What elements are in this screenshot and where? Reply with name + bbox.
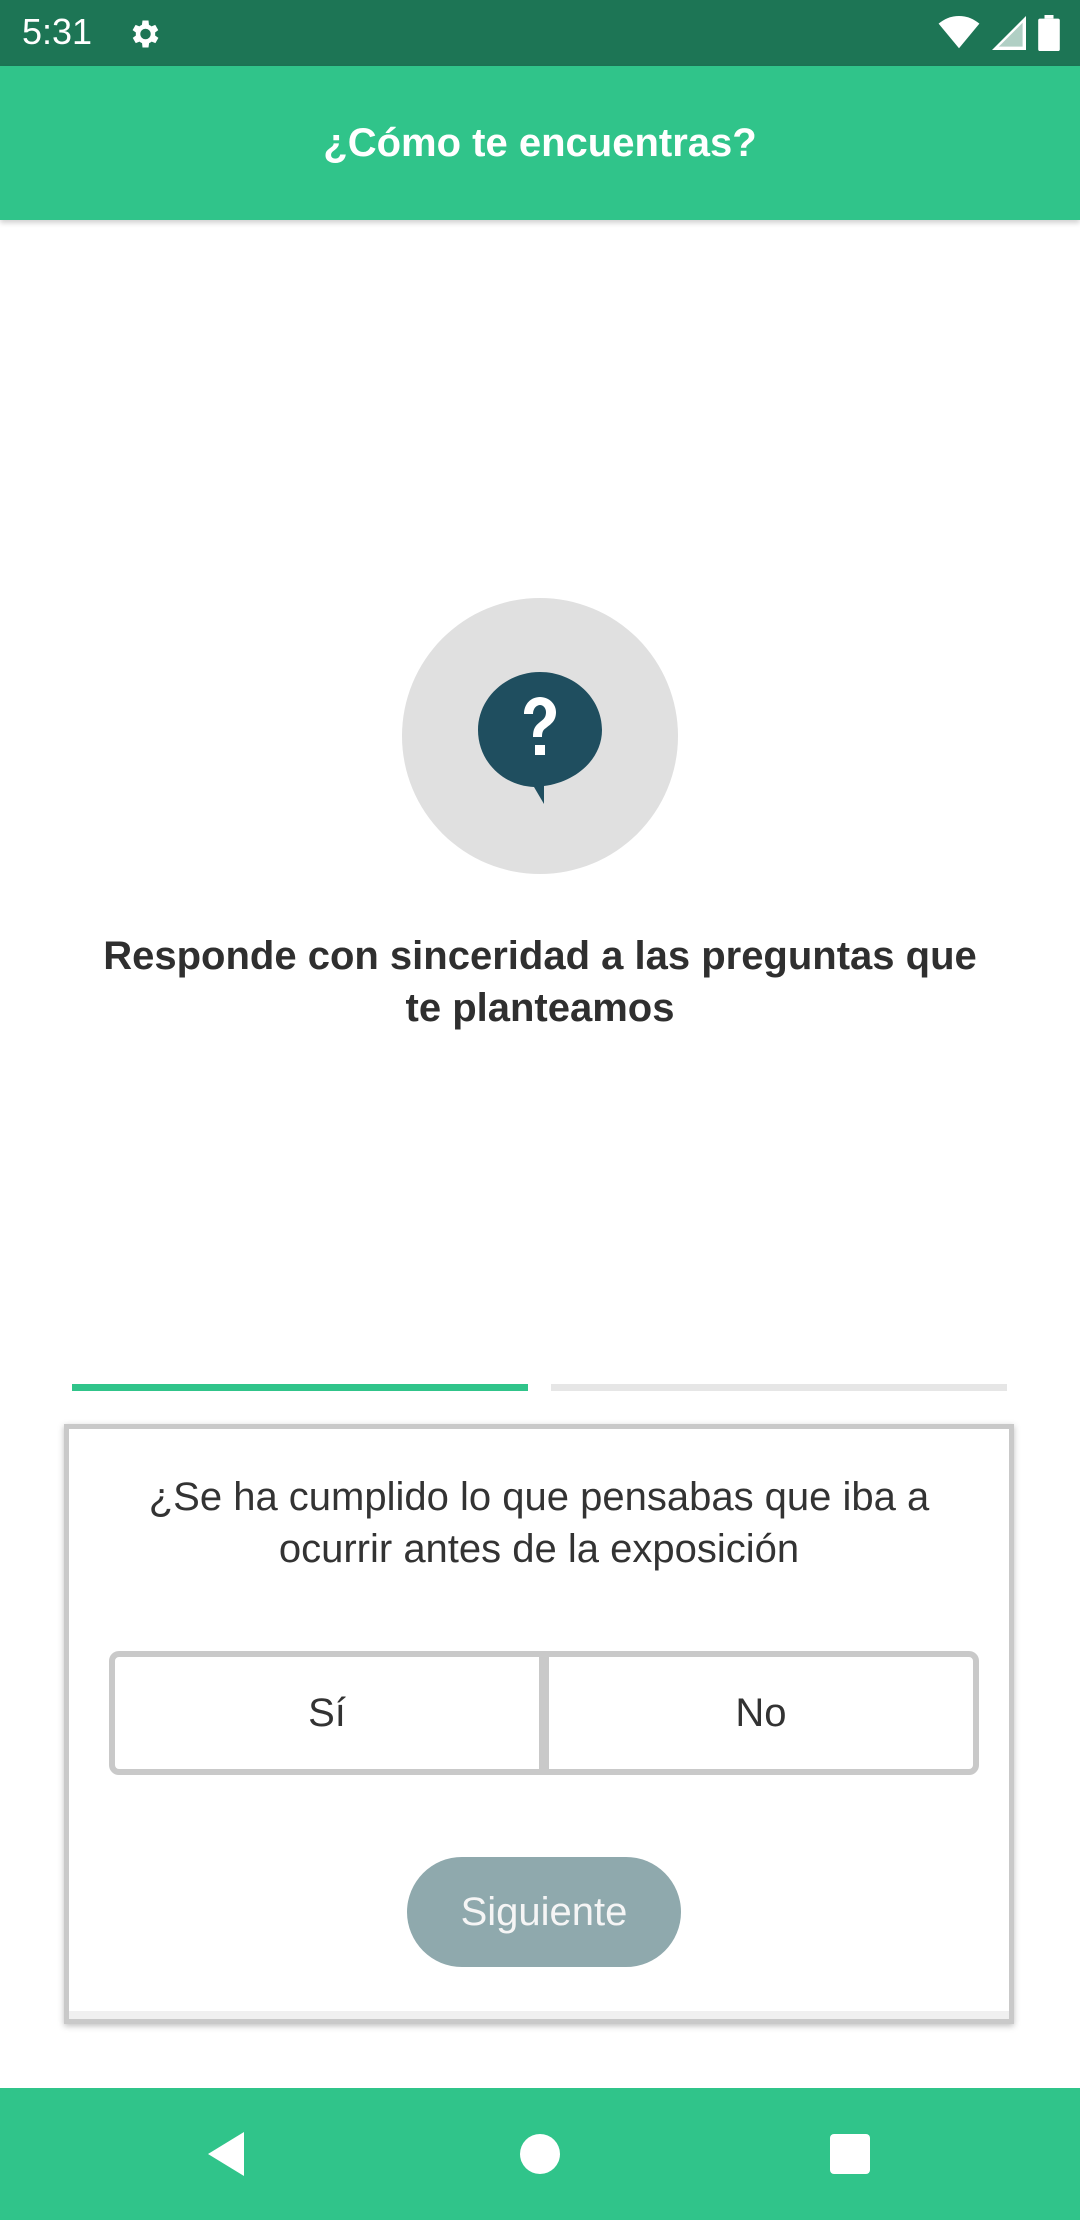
home-icon[interactable]	[510, 2124, 570, 2184]
progress-step-2	[551, 1384, 1007, 1391]
options-divider	[539, 1657, 549, 1769]
recents-icon[interactable]	[820, 2124, 880, 2184]
card-divider	[69, 2011, 1009, 2019]
wifi-icon	[938, 16, 980, 49]
answer-yes-button[interactable]: Sí	[115, 1657, 539, 1769]
settings-icon	[132, 20, 159, 48]
app-bar: ¿Cómo te encuentras?	[0, 66, 1080, 220]
battery-icon	[1038, 15, 1060, 51]
status-time: 5:31	[22, 11, 93, 52]
progress-step-1-active	[72, 1384, 528, 1391]
question-bubble-icon	[478, 672, 602, 804]
question-card: ¿Se ha cumplido lo que pensabas que iba …	[64, 1424, 1014, 2024]
question-text: ¿Se ha cumplido lo que pensabas que iba …	[148, 1475, 930, 1571]
system-nav-bar	[0, 2088, 1080, 2220]
status-bar: 5:31	[0, 0, 1080, 66]
signal-icon	[992, 16, 1026, 50]
hero-circle	[402, 598, 678, 874]
intro-message: Responde con sinceridad a las preguntas …	[103, 934, 977, 1030]
page-title: ¿Cómo te encuentras?	[323, 121, 757, 165]
back-icon[interactable]	[200, 2124, 260, 2184]
answer-toggle-group: Sí No	[109, 1651, 979, 1775]
next-button[interactable]: Siguiente	[407, 1857, 681, 1967]
answer-no-button[interactable]: No	[549, 1657, 973, 1769]
